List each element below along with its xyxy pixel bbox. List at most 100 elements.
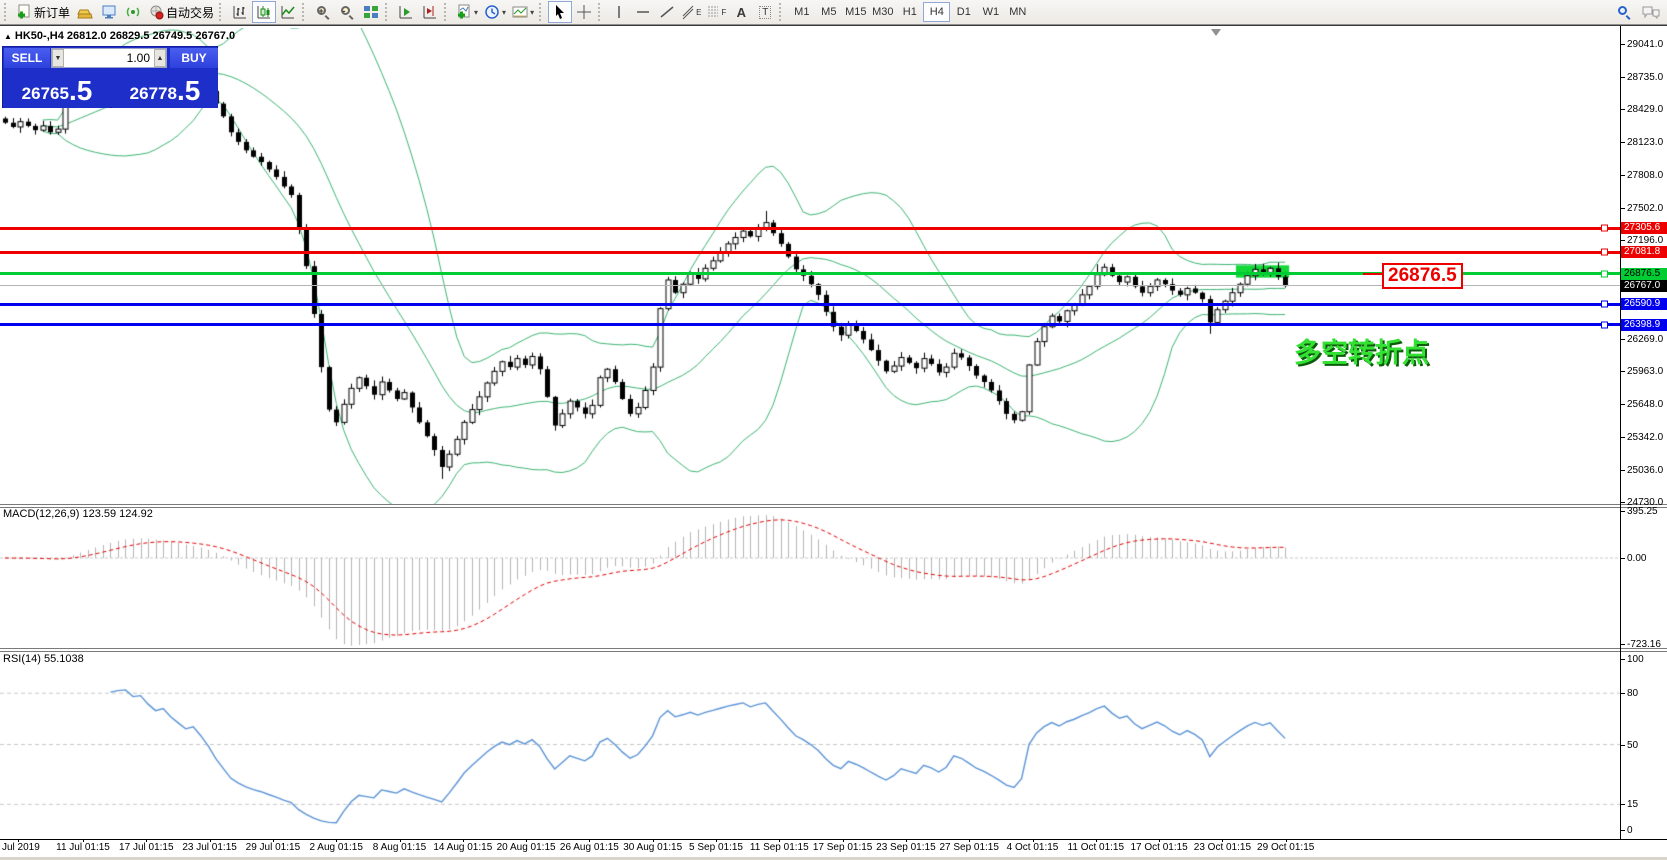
main-chart-canvas[interactable] [0, 28, 1620, 504]
timeframe-button-m30[interactable]: M30 [869, 2, 896, 22]
new-order-button[interactable]: 新订单 [13, 1, 73, 23]
toolbar-grip[interactable] [4, 3, 9, 21]
price-callout-box[interactable]: 26876.5 [1382, 263, 1463, 289]
date-label: 23 Jul 01:15 [182, 842, 237, 853]
tile-windows-button[interactable] [359, 1, 383, 23]
chart-window: ▲HK50-,H4 26812.0 26829.5 26749.5 26767.… [0, 25, 1667, 860]
volume-down-button[interactable]: ▼ [52, 49, 64, 67]
line-handle[interactable] [1601, 321, 1608, 328]
price-tag: 26767.0 [1621, 280, 1667, 292]
periods-button[interactable]: ▾ [481, 1, 509, 23]
chart-shift-marker[interactable] [1211, 29, 1221, 36]
macd-tick-dash [1621, 644, 1625, 645]
timeframe-button-w1[interactable]: W1 [977, 2, 1004, 22]
chart-shift-button[interactable] [418, 1, 442, 23]
toolbar-grip[interactable] [539, 3, 544, 21]
price-tick-dash [1621, 44, 1625, 45]
buy-price[interactable]: 26778.5 [112, 70, 218, 108]
date-tick [463, 839, 464, 842]
search-icon[interactable] [1618, 6, 1631, 19]
auto-trading-button[interactable]: 自动交易 [145, 1, 217, 23]
date-label: 23 Sep 01:15 [876, 842, 936, 853]
timeframe-button-h4[interactable]: H4 [923, 2, 950, 22]
line-handle[interactable] [1601, 270, 1608, 277]
timeframe-button-m15[interactable]: M15 [842, 2, 869, 22]
horizontal-line-button[interactable] [631, 1, 655, 23]
price-tick: 28735.0 [1627, 72, 1663, 83]
price-tick-dash [1621, 371, 1625, 372]
collapse-panel-icon[interactable]: ▲ [4, 32, 12, 41]
date-tick [1159, 839, 1160, 842]
gold-button[interactable] [73, 1, 97, 23]
channel-button[interactable]: E [679, 1, 704, 23]
tile-windows-icon [363, 4, 379, 20]
date-tick [400, 839, 401, 842]
fibonacci-button[interactable]: F [704, 1, 729, 23]
date-label: 14 Aug 01:15 [433, 842, 492, 853]
auto-scroll-button[interactable] [394, 1, 418, 23]
crosshair-icon [576, 4, 592, 20]
date-tick [146, 839, 147, 842]
text-label-button[interactable]: T [753, 1, 777, 23]
sell-price-main: 26765 [22, 83, 69, 105]
buy-price-frac: .5 [177, 77, 200, 105]
line-handle[interactable] [1601, 301, 1608, 308]
buy-button[interactable]: BUY [170, 48, 218, 68]
date-label: Jul 2019 [2, 842, 40, 853]
timeframe-button-d1[interactable]: D1 [950, 2, 977, 22]
price-level-line[interactable] [0, 227, 1620, 230]
rsi-axis-value: 15 [1627, 799, 1638, 810]
one-click-trade-panel: SELL ▼ ▲ BUY 26765.5 26778.5 [2, 46, 218, 108]
volume-input[interactable] [64, 51, 154, 65]
price-level-line[interactable] [0, 285, 1620, 286]
signals-button[interactable] [121, 1, 145, 23]
vertical-line-button[interactable] [607, 1, 631, 23]
date-tick [843, 839, 844, 842]
sell-price[interactable]: 26765.5 [4, 70, 110, 108]
timeframe-button-h1[interactable]: H1 [896, 2, 923, 22]
price-tick: 25342.0 [1627, 432, 1663, 443]
line-handle[interactable] [1601, 249, 1608, 256]
date-label: 29 Jul 01:15 [246, 842, 301, 853]
toolbar-grip[interactable] [444, 3, 449, 21]
date-label: 17 Oct 01:15 [1130, 842, 1187, 853]
price-tag: 26590.9 [1621, 298, 1667, 310]
toolbar-grip[interactable] [385, 3, 390, 21]
horizontal-line-icon [635, 4, 651, 20]
candlestick-chart-button[interactable] [252, 1, 276, 23]
chat-icon[interactable] [1641, 5, 1661, 20]
price-level-line[interactable] [0, 251, 1620, 254]
line-chart-button[interactable] [276, 1, 300, 23]
turning-point-text[interactable]: 多空转折点 [1294, 331, 1429, 370]
text-button[interactable]: A [729, 1, 753, 23]
volume-up-button[interactable]: ▲ [154, 49, 166, 67]
date-tick [210, 839, 211, 842]
macd-canvas[interactable] [0, 508, 1620, 648]
price-tick: 28123.0 [1627, 137, 1663, 148]
line-handle[interactable] [1601, 225, 1608, 232]
date-tick [83, 839, 84, 842]
bar-chart-button[interactable] [228, 1, 252, 23]
sell-price-frac: .5 [69, 77, 92, 105]
trendline-button[interactable] [655, 1, 679, 23]
toolbar-grip[interactable] [302, 3, 307, 21]
timeframe-button-mn[interactable]: MN [1004, 2, 1031, 22]
date-label: 17 Sep 01:15 [813, 842, 873, 853]
timeframe-button-m1[interactable]: M1 [788, 2, 815, 22]
toolbar-grip[interactable] [779, 3, 784, 21]
channel-badge: E [696, 8, 701, 17]
sell-button[interactable]: SELL [4, 48, 50, 68]
toolbar-grip[interactable] [598, 3, 603, 21]
rsi-canvas[interactable] [0, 652, 1620, 839]
crosshair-button[interactable] [572, 1, 596, 23]
price-level-line[interactable] [0, 303, 1620, 306]
zoom-out-button[interactable]: - [335, 1, 359, 23]
zoom-in-button[interactable]: + [311, 1, 335, 23]
templates-button[interactable]: ▾ [509, 1, 537, 23]
terminal-button[interactable] [97, 1, 121, 23]
timeframe-button-m5[interactable]: M5 [815, 2, 842, 22]
indicators-button[interactable]: ▾ [453, 1, 481, 23]
toolbar-grip[interactable] [219, 3, 224, 21]
cursor-button[interactable] [548, 1, 572, 23]
price-level-line[interactable] [0, 323, 1620, 326]
